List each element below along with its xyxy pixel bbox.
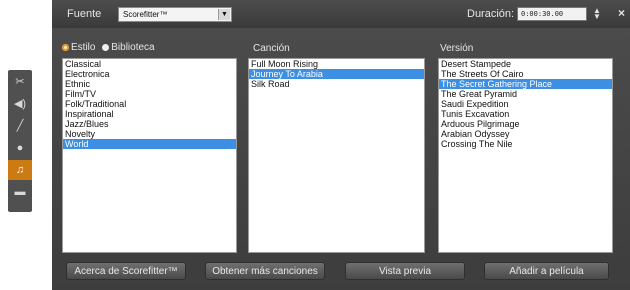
duration-label: Duración: [467, 8, 515, 20]
camera-icon[interactable]: ▬ [8, 182, 32, 202]
version-list-item[interactable]: Desert Stampede [439, 59, 612, 69]
preview-button[interactable]: Vista previa [345, 262, 465, 280]
close-icon[interactable]: × [618, 6, 625, 20]
radio-unselected-icon [102, 44, 110, 51]
version-column-title: Versión [440, 43, 474, 54]
style-list-item[interactable]: World [63, 139, 236, 149]
wand-icon[interactable]: ╱ [8, 116, 32, 136]
style-list-item[interactable]: Electronica [63, 69, 236, 79]
get-more-songs-button[interactable]: Obtener más canciones [205, 262, 325, 280]
version-list-item[interactable]: The Great Pyramid [439, 89, 612, 99]
version-list-item[interactable]: Crossing The Nile [439, 139, 612, 149]
style-list-item[interactable]: Film/TV [63, 89, 236, 99]
song-list[interactable]: Full Moon Rising Journey To Arabia Silk Ro… [248, 58, 425, 253]
top-bar: Fuente Scorefitter™ ▼ Duración: 0:00:30.… [0, 0, 630, 28]
font-select-value: Scorefitter™ [123, 10, 168, 19]
font-select[interactable]: Scorefitter™ ▼ [118, 7, 232, 22]
add-to-movie-button[interactable]: Añadir a película [484, 262, 609, 280]
font-label: Fuente [67, 8, 102, 20]
filter-radios: Estilo Biblioteca [62, 42, 155, 53]
disc-icon[interactable]: ● [8, 138, 32, 158]
song-list-item[interactable]: Silk Road [249, 79, 424, 89]
scissors-icon[interactable]: ✂ [8, 72, 32, 92]
spin-down-icon[interactable]: ▼ [593, 13, 601, 21]
style-list-item[interactable]: Classical [63, 59, 236, 69]
version-list-item[interactable]: The Streets Of Cairo [439, 69, 612, 79]
song-list-item[interactable]: Full Moon Rising [249, 59, 424, 69]
music-panel: Estilo Biblioteca Canción Versión Classi… [52, 28, 630, 290]
duration-spinner[interactable]: ▲ ▼ [593, 7, 601, 21]
library-radio[interactable]: Biblioteca [102, 42, 155, 53]
version-list-item[interactable]: Arabian Odyssey [439, 129, 612, 139]
style-list-item[interactable]: Folk/Traditional [63, 99, 236, 109]
version-list[interactable]: Desert Stampede The Streets Of Cairo The S… [438, 58, 613, 253]
speaker-icon[interactable]: ◀) [8, 94, 32, 114]
song-column-title: Canción [253, 43, 290, 54]
left-sidebar: ✂ ◀) ╱ ● ♫ ▬ [0, 28, 52, 290]
style-radio[interactable]: Estilo [62, 42, 95, 53]
header-strip: Fuente Scorefitter™ ▼ Duración: 0:00:30.… [52, 0, 630, 28]
style-list-item[interactable]: Novelty [63, 129, 236, 139]
style-list-item[interactable]: Inspirational [63, 109, 236, 119]
scorefitter-window: Fuente Scorefitter™ ▼ Duración: 0:00:30.… [0, 0, 630, 290]
song-list-item[interactable]: Journey To Arabia [249, 69, 424, 79]
style-list-item[interactable]: Ethnic [63, 79, 236, 89]
version-list-item[interactable]: Saudi Expedition [439, 99, 612, 109]
music-note-icon[interactable]: ♫ [8, 160, 32, 180]
style-list-item[interactable]: Jazz/Blues [63, 119, 236, 129]
duration-field[interactable]: 0:00:30.00 [517, 7, 587, 21]
radio-selected-icon [62, 44, 69, 51]
style-list[interactable]: Classical Electronica Ethnic Film/TV Folk/Tr… [62, 58, 237, 253]
version-list-item[interactable]: Tunis Excavation [439, 109, 612, 119]
tool-palette: ✂ ◀) ╱ ● ♫ ▬ [8, 70, 32, 212]
about-scorefitter-button[interactable]: Acerca de Scorefitter™ [66, 262, 186, 280]
version-list-item[interactable]: The Secret Gathering Place [439, 79, 612, 89]
chevron-down-icon[interactable]: ▼ [218, 9, 230, 20]
version-list-item[interactable]: Arduous Pilgrimage [439, 119, 612, 129]
